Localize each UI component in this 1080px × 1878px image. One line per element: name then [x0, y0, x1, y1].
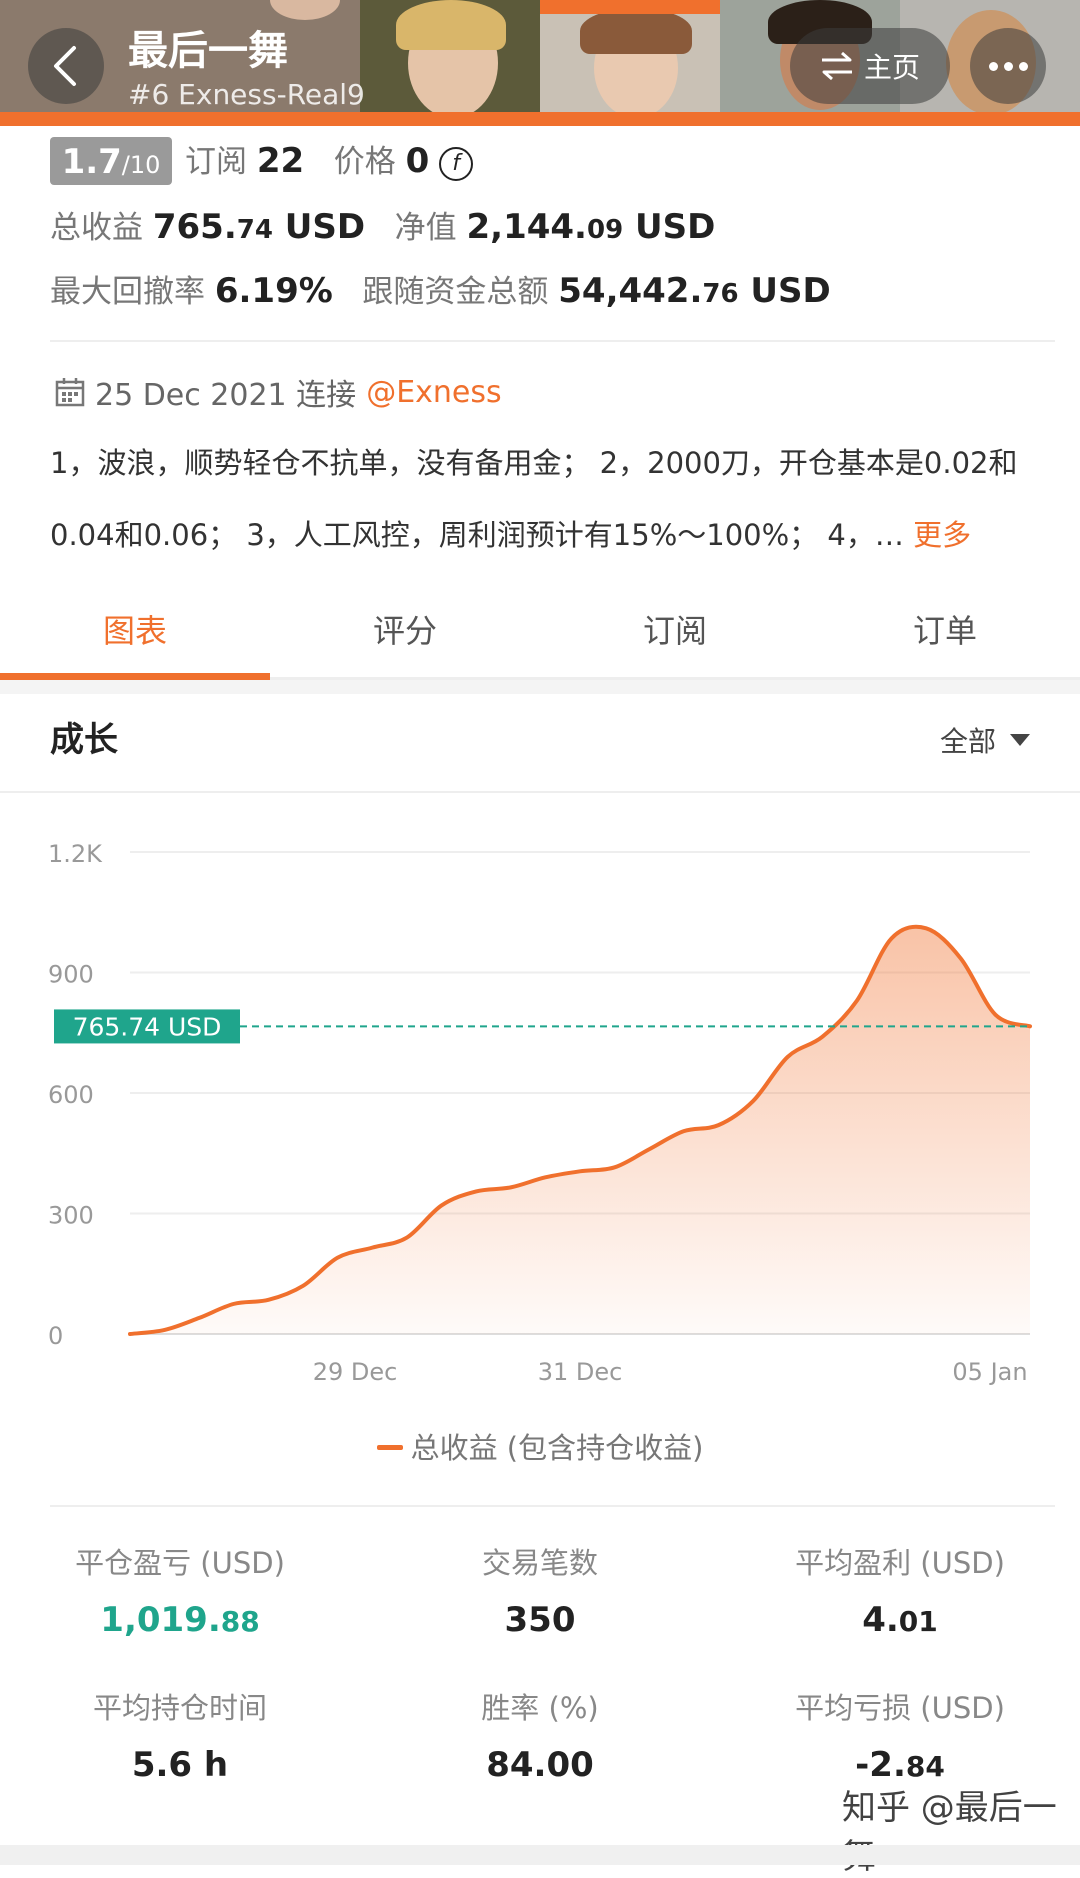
- equity-unit: USD: [623, 207, 716, 247]
- dot-icon: [1003, 61, 1013, 71]
- series-area: [130, 926, 1030, 1334]
- total-profit-int: 765.: [152, 207, 237, 247]
- drawdown-label: 最大回撤率: [50, 274, 205, 310]
- chart-legend: 总收益 (包含持仓收益): [0, 1425, 1080, 1467]
- tab-orders[interactable]: 订单: [810, 590, 1080, 677]
- legend-swatch: [376, 1445, 403, 1450]
- metric-avg-profit: 平均盈利 (USD) 4.01: [720, 1540, 1080, 1640]
- chevron-left-icon: [54, 46, 76, 86]
- home-button[interactable]: 主页: [790, 28, 950, 104]
- subscribe-price-line: 订阅 22 价格 0 f: [185, 136, 474, 181]
- page-subtitle: #6 Exness-Real9: [128, 78, 365, 111]
- metric-label: 平均持仓时间: [92, 1691, 267, 1725]
- metric-value: -2.: [855, 1745, 906, 1785]
- y-tick-label: 300: [48, 1202, 94, 1230]
- dot-icon: [988, 61, 998, 71]
- y-tick-label: 0: [48, 1322, 63, 1350]
- drawdown-follow-line: 最大回撤率 6.19% 跟随资金总额 54,442.76 USD: [50, 266, 831, 311]
- x-tick-label: 31 Dec: [538, 1358, 623, 1386]
- y-tick-label: 1.2K: [48, 840, 103, 868]
- metric-value: 5.6 h: [131, 1745, 229, 1785]
- follow-int: 54,442.: [558, 271, 703, 311]
- home-label: 主页: [863, 51, 920, 84]
- metric-value-dec: 84: [905, 1750, 945, 1783]
- metric-label: 平仓盈亏 (USD): [75, 1546, 285, 1580]
- metric-value-dec: 01: [898, 1605, 938, 1638]
- metric-value: 350: [504, 1600, 576, 1640]
- strategy-description-line1: 1，波浪，顺势轻仓不抗单，没有备用金； 2，2000刀，开仓基本是0.02和: [50, 446, 1018, 480]
- more-options-button[interactable]: [970, 28, 1046, 104]
- equity-int: 2,144.: [466, 207, 587, 247]
- swap-icon: [821, 51, 852, 81]
- subscribe-label: 订阅: [185, 144, 247, 180]
- metric-label: 平均盈利 (USD): [795, 1546, 1005, 1580]
- rating-badge: 1.7 /10: [50, 137, 172, 185]
- calendar-icon: [55, 378, 85, 407]
- equity-dec: 09: [586, 215, 624, 245]
- tab-bar: 图表 评分 订阅 订单: [0, 590, 1080, 680]
- date-text: 25 Dec 2021 连接: [95, 378, 357, 413]
- current-value-label: 765.74 USD: [73, 1012, 222, 1041]
- y-tick-label: 600: [48, 1081, 94, 1109]
- follow-dec: 76: [702, 279, 739, 309]
- metric-label: 胜率 (%): [481, 1691, 599, 1725]
- connect-date: 25 Dec 2021 连接 @Exness: [55, 370, 502, 414]
- growth-chart: 1.2K 900 600 300 0 29 Dec 31 Dec 05 Jan 765.74…: [48, 840, 1032, 1386]
- metric-value: 1,019.: [100, 1600, 221, 1640]
- range-value: 全部: [939, 725, 996, 758]
- equity-label: 净值: [394, 210, 457, 246]
- dot-icon: [1018, 61, 1028, 71]
- metric-avg-loss: 平均亏损 (USD) -2.84: [720, 1685, 1080, 1785]
- tab-chart[interactable]: 图表: [0, 590, 270, 680]
- x-tick-label: 05 Jan: [952, 1358, 1027, 1386]
- metric-label: 平均亏损 (USD): [795, 1691, 1005, 1725]
- growth-section-title: 成长: [50, 720, 118, 760]
- metric-trade-count: 交易笔数 350: [360, 1540, 720, 1640]
- banner-photo: [360, 0, 540, 126]
- price-label: 价格: [333, 144, 396, 180]
- strategy-description-line2: 0.04和0.06； 3，人工风控，周利润预计有15%～100%； 4，… 更多: [50, 512, 1060, 554]
- metric-win-rate: 胜率 (%) 84.00: [360, 1685, 720, 1785]
- legend-label: 总收益 (包含持仓收益): [410, 1431, 704, 1465]
- total-profit-unit: USD: [272, 207, 366, 247]
- total-profit-dec: 74: [236, 215, 273, 245]
- total-profit-label: 总收益: [50, 210, 143, 246]
- metric-value: 4.: [862, 1600, 899, 1640]
- rating-value: 1.7: [61, 142, 122, 182]
- metric-closed-pnl: 平仓盈亏 (USD) 1,019.88: [0, 1540, 360, 1640]
- back-button[interactable]: [28, 28, 104, 104]
- y-tick-label: 900: [48, 961, 94, 989]
- more-link[interactable]: 更多: [913, 518, 971, 552]
- follow-label: 跟随资金总额: [362, 274, 549, 310]
- rating-max: /10: [121, 151, 161, 179]
- divider: [50, 340, 1055, 342]
- profit-equity-line: 总收益 765.74 USD 净值 2,144.09 USD: [50, 202, 715, 247]
- description-text: 0.04和0.06； 3，人工风控，周利润预计有15%～100%； 4，…: [50, 518, 904, 552]
- broker-link[interactable]: @Exness: [366, 375, 501, 410]
- metric-value: 84.00: [486, 1745, 594, 1785]
- page-title: 最后一舞: [128, 28, 288, 74]
- divider: [50, 1505, 1055, 1507]
- tab-rating[interactable]: 评分: [270, 590, 540, 677]
- metric-avg-hold-time: 平均持仓时间 5.6 h: [0, 1685, 360, 1785]
- tab-subscribe[interactable]: 订阅: [540, 590, 810, 677]
- subscribe-count: 22: [256, 141, 305, 181]
- caret-down-icon: [1010, 734, 1030, 746]
- banner-photo: [540, 0, 720, 126]
- follow-unit: USD: [738, 271, 831, 311]
- price-value: 0: [405, 141, 430, 181]
- metric-label: 交易笔数: [481, 1546, 598, 1580]
- metric-value-dec: 88: [220, 1605, 260, 1638]
- coin-icon: f: [439, 147, 474, 181]
- drawdown-value: 6.19%: [214, 271, 333, 311]
- range-dropdown[interactable]: 全部: [940, 720, 1030, 760]
- x-tick-label: 29 Dec: [313, 1358, 398, 1386]
